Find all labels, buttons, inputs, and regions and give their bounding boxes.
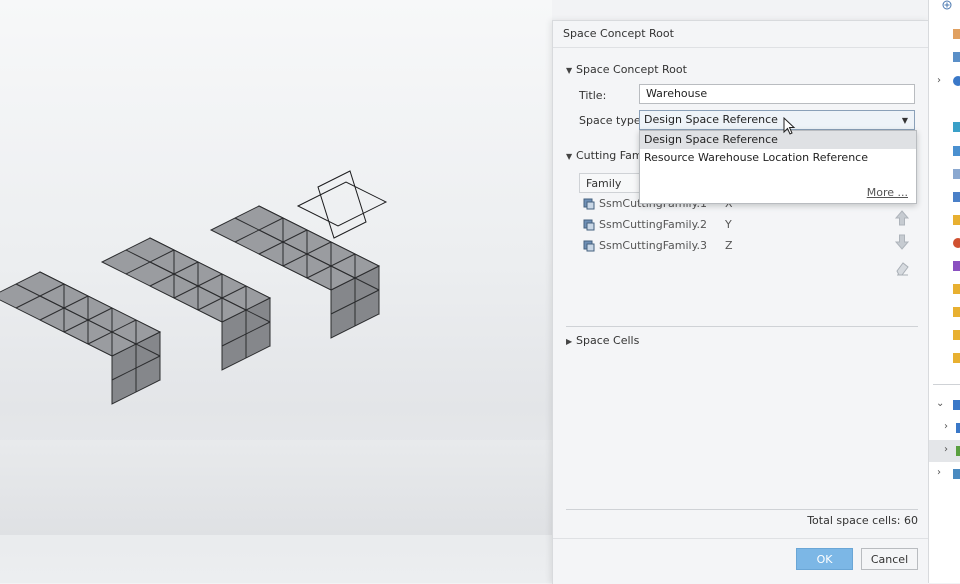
- family-axis: Z: [725, 239, 733, 252]
- component-icon[interactable]: [953, 261, 960, 271]
- more-link[interactable]: More ...: [867, 186, 908, 199]
- family-column-header[interactable]: Family: [579, 173, 643, 193]
- chevron-right-icon[interactable]: ›: [944, 421, 948, 432]
- footer-divider: [553, 538, 929, 539]
- cutting-family-icon: [583, 219, 595, 231]
- folder-icon[interactable]: [953, 353, 960, 363]
- warehouse-blocks: [0, 170, 388, 405]
- space-icon[interactable]: [956, 446, 960, 456]
- space-type-dropdown: Design Space Reference Resource Warehous…: [639, 130, 917, 204]
- section-divider: [566, 509, 918, 510]
- chevron-down-icon[interactable]: ⌄: [936, 398, 944, 409]
- expand-icon: ▶: [566, 337, 573, 346]
- 3d-viewport[interactable]: [0, 0, 552, 583]
- download-icon[interactable]: [953, 146, 960, 156]
- family-axis: Y: [725, 218, 732, 231]
- table-row[interactable]: SsmCuttingFamily.3 Z: [583, 237, 783, 255]
- circle-icon[interactable]: [953, 238, 960, 248]
- space-type-select[interactable]: Design Space Reference ▼: [639, 110, 915, 130]
- section-space-cells[interactable]: ▶ Space Cells: [566, 334, 639, 347]
- chevron-down-icon[interactable]: ▼: [902, 114, 908, 128]
- document-icon[interactable]: [953, 169, 960, 179]
- family-name: SsmCuttingFamily.2: [599, 218, 708, 231]
- chevron-right-icon[interactable]: ›: [944, 444, 948, 455]
- section-space-concept-root[interactable]: ▼ Space Concept Root: [566, 63, 687, 76]
- cancel-button[interactable]: Cancel: [861, 548, 918, 570]
- specification-tree-panel: › ⌄ › › ›: [928, 0, 960, 583]
- dropdown-option[interactable]: Resource Warehouse Location Reference: [640, 149, 916, 167]
- collapse-icon: ▼: [566, 66, 573, 75]
- section-cutting-families[interactable]: ▼ Cutting Fam: [566, 149, 643, 162]
- assembly-icon[interactable]: [953, 469, 960, 479]
- folder-icon[interactable]: [953, 307, 960, 317]
- collapse-icon: ▼: [566, 152, 573, 161]
- image-icon[interactable]: [953, 192, 960, 202]
- node-icon[interactable]: [953, 122, 960, 132]
- space-concept-dialog: Space Concept Root ▼ Space Concept Root T…: [552, 20, 929, 584]
- total-space-cells: Total space cells: 60: [807, 514, 918, 527]
- arrow-down-icon[interactable]: [894, 233, 910, 251]
- mouse-cursor-icon: [783, 117, 796, 135]
- image-icon[interactable]: [953, 52, 960, 62]
- cloud-icon[interactable]: [953, 76, 960, 86]
- arrow-up-icon[interactable]: [894, 209, 910, 227]
- add-icon[interactable]: [942, 0, 952, 10]
- cutting-family-icon: [583, 240, 595, 252]
- family-name: SsmCuttingFamily.3: [599, 239, 708, 252]
- title-input[interactable]: Warehouse: [639, 84, 915, 104]
- folder-icon[interactable]: [953, 215, 960, 225]
- folder-icon[interactable]: [953, 284, 960, 294]
- dropdown-option[interactable]: Design Space Reference: [640, 131, 916, 149]
- product-icon[interactable]: [953, 400, 960, 410]
- part-icon[interactable]: [956, 423, 960, 433]
- eraser-icon[interactable]: [894, 259, 910, 277]
- dialog-title: Space Concept Root: [553, 21, 929, 48]
- tree-divider: [933, 384, 960, 385]
- table-row[interactable]: SsmCuttingFamily.2 Y: [583, 216, 783, 234]
- cutting-family-icon: [583, 198, 595, 210]
- section-divider: [566, 326, 918, 327]
- chevron-right-icon[interactable]: ›: [937, 467, 941, 478]
- home-icon[interactable]: [953, 29, 960, 39]
- space-type-label: Space type:: [579, 114, 645, 127]
- space-type-selected-value: Design Space Reference: [644, 113, 778, 126]
- ok-button[interactable]: OK: [796, 548, 853, 570]
- title-label: Title:: [579, 89, 607, 102]
- folder-icon[interactable]: [953, 330, 960, 340]
- chevron-right-icon[interactable]: ›: [937, 75, 941, 86]
